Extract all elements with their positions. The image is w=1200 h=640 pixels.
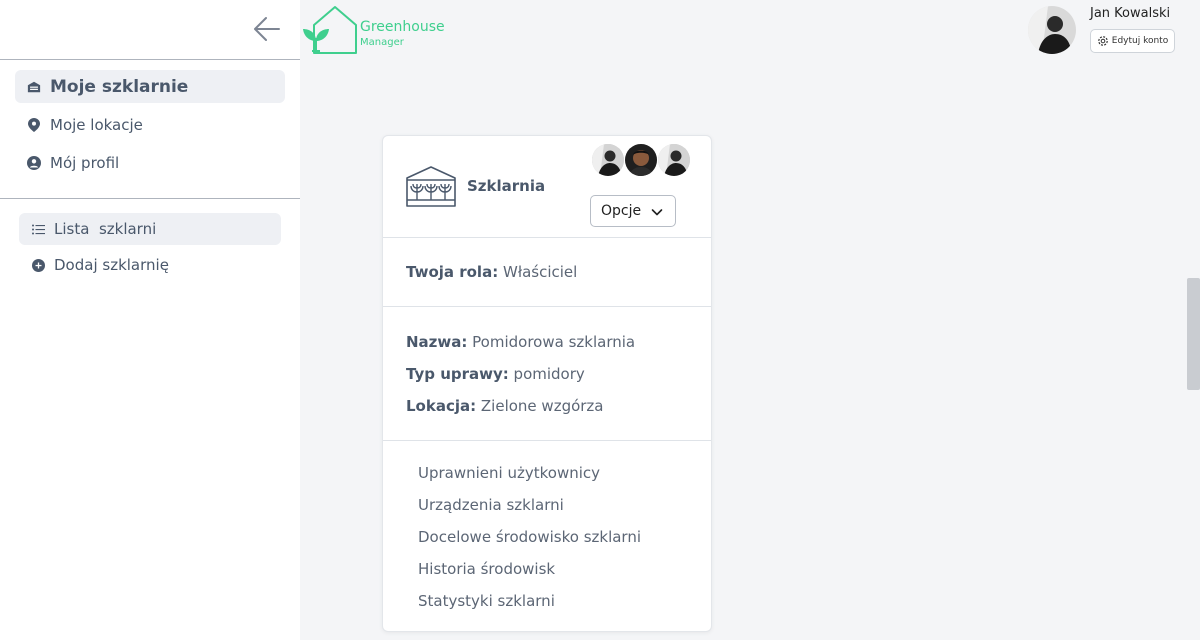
card-header: Szklarnia Opcje [383, 136, 711, 238]
sidebar-item-label: Mój profil [50, 153, 120, 172]
sidebar-header [0, 0, 300, 60]
sidebar-item-label: Moje szklarnie [50, 76, 189, 97]
link-greenhouse-statistics[interactable]: Statystyki szklarni [418, 591, 711, 623]
member-avatars [592, 144, 692, 178]
brand-subtitle: Manager [360, 37, 404, 48]
map-pin-icon [27, 117, 41, 132]
list-icon [31, 222, 45, 236]
chevron-down-icon [651, 206, 663, 218]
field-label: Nazwa: [406, 333, 468, 351]
sidebar-item-my-profile[interactable]: Mój profil [15, 146, 285, 179]
scrollbar-thumb[interactable] [1187, 278, 1200, 390]
field-label: Typ uprawy: [406, 365, 509, 383]
greenhouse-info: Nazwa: Pomidorowa szklarnia Typ uprawy: … [383, 307, 711, 441]
avatar[interactable] [625, 144, 657, 176]
sidebar-item-label: Moje lokacje [50, 115, 143, 134]
sidebar-item-add-greenhouse[interactable]: Dodaj szklarnię [19, 249, 281, 281]
role-value: Właściciel [502, 263, 578, 281]
gear-icon [1097, 35, 1109, 47]
user-name: Jan Kowalski [1090, 6, 1171, 21]
avatar[interactable] [658, 144, 690, 176]
avatar[interactable] [592, 144, 624, 176]
greenhouse-card: Szklarnia Opcje Twoja rola: Właściciel N… [382, 135, 712, 632]
sub-nav: Lista szklarni Dodaj szklarnię [0, 199, 300, 299]
back-arrow-icon[interactable] [252, 14, 282, 44]
sidebar-item-my-locations[interactable]: Moje lokacje [15, 108, 285, 141]
options-label: Opcje [601, 203, 642, 219]
field-label: Lokacja: [406, 397, 477, 415]
greenhouse-links: Uprawnieni użytkownicy Urządzenia szklar… [383, 441, 711, 623]
options-dropdown-button[interactable]: Opcje [590, 195, 676, 227]
role-label: Twoja rola: [406, 263, 499, 281]
sidebar-item-my-greenhouses[interactable]: Moje szklarnie [15, 70, 285, 103]
link-environment-history[interactable]: Historia środowisk [418, 559, 711, 591]
greenhouse-plants-icon [405, 166, 457, 208]
link-greenhouse-devices[interactable]: Urządzenia szklarni [418, 495, 711, 527]
avatar[interactable] [1028, 6, 1076, 54]
edit-account-button[interactable]: Edytuj konto [1090, 29, 1175, 53]
link-authorized-users[interactable]: Uprawnieni użytkownicy [418, 463, 711, 495]
role-row: Twoja rola: Właściciel [383, 238, 711, 307]
main-nav: Moje szklarnie Moje lokacje Mój profil [0, 60, 300, 199]
user-circle-icon [27, 155, 41, 170]
brand-title: Greenhouse [360, 19, 445, 35]
greenhouse-logo-icon [303, 6, 357, 54]
edit-account-label: Edytuj konto [1111, 36, 1169, 46]
app-logo[interactable]: Greenhouse Manager [302, 5, 445, 55]
card-title: Szklarnia [467, 177, 546, 195]
link-target-environment[interactable]: Docelowe środowisko szklarni [418, 527, 711, 559]
sidebar-item-greenhouse-list[interactable]: Lista szklarni [19, 213, 281, 245]
field-value: Pomidorowa szklarnia [472, 333, 636, 351]
info-row-crop-type: Typ uprawy: pomidory [406, 364, 711, 384]
warehouse-icon [27, 80, 41, 94]
sidebar-item-label: Dodaj szklarnię [54, 256, 169, 274]
field-value: Zielone wzgórza [480, 397, 604, 415]
plus-circle-icon [31, 258, 45, 272]
field-value: pomidory [513, 365, 585, 383]
info-row-location: Lokacja: Zielone wzgórza [406, 396, 711, 416]
info-row-name: Nazwa: Pomidorowa szklarnia [406, 332, 711, 352]
sidebar-item-label: Lista szklarni [54, 220, 157, 238]
sidebar: Moje szklarnie Moje lokacje Mój profil L… [0, 0, 300, 640]
